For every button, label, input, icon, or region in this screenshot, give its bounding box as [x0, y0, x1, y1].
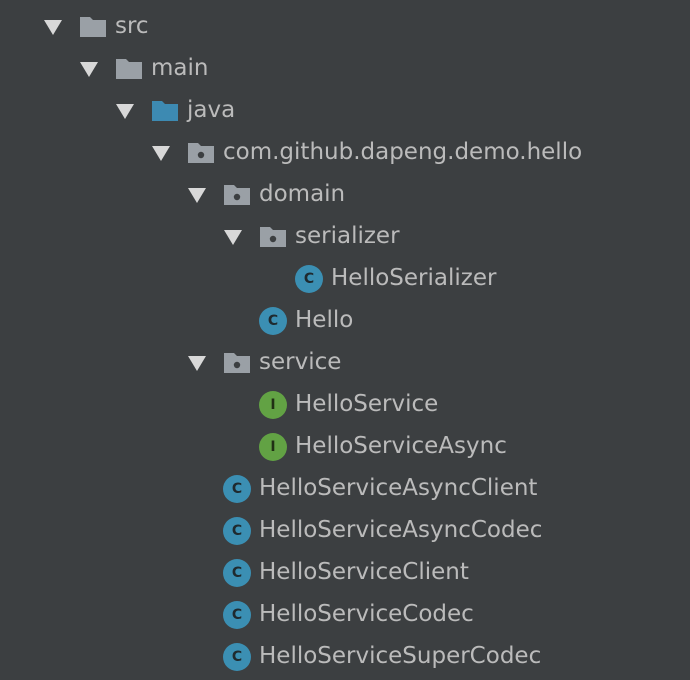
tree-node-label: HelloService — [295, 391, 439, 417]
package-icon — [188, 143, 214, 163]
triangle-down-icon[interactable] — [116, 104, 134, 119]
tree-node-hello[interactable]: C Hello — [0, 300, 690, 342]
class-icon: C — [223, 475, 251, 503]
class-icon: C — [259, 307, 287, 335]
tree-node-label: java — [187, 97, 236, 123]
tree-node-label: HelloSerializer — [331, 265, 497, 291]
tree-node-serializer[interactable]: serializer — [0, 216, 690, 258]
tree-node-main[interactable]: main — [0, 48, 690, 90]
tree-node-hello-serializer[interactable]: C HelloSerializer — [0, 258, 690, 300]
tree-node-label: Hello — [295, 307, 354, 333]
package-icon — [224, 185, 250, 205]
source-folder-icon — [152, 101, 178, 121]
class-icon: C — [223, 517, 251, 545]
tree-node-label: HelloServiceAsync — [295, 433, 507, 459]
project-tree: src main java com.github.dapeng.demo.hel… — [0, 0, 690, 680]
tree-node-label: HelloServiceAsyncClient — [259, 475, 538, 501]
triangle-down-icon[interactable] — [224, 230, 242, 245]
triangle-down-icon[interactable] — [188, 188, 206, 203]
triangle-down-icon[interactable] — [152, 146, 170, 161]
folder-icon — [116, 59, 142, 79]
tree-node-hello-service-async-codec[interactable]: C HelloServiceAsyncCodec — [0, 510, 690, 552]
tree-node-hello-service-async[interactable]: I HelloServiceAsync — [0, 426, 690, 468]
tree-node-label: HelloServiceAsyncCodec — [259, 517, 543, 543]
tree-node-java[interactable]: java — [0, 90, 690, 132]
tree-node-label: domain — [259, 181, 346, 207]
class-icon: C — [223, 643, 251, 671]
tree-node-hello-service-async-client[interactable]: C HelloServiceAsyncClient — [0, 468, 690, 510]
triangle-down-icon[interactable] — [44, 20, 62, 35]
package-icon — [260, 227, 286, 247]
tree-node-label: serializer — [295, 223, 400, 249]
tree-node-label: com.github.dapeng.demo.hello — [223, 139, 583, 165]
package-icon — [224, 353, 250, 373]
tree-node-service[interactable]: service — [0, 342, 690, 384]
triangle-down-icon[interactable] — [188, 356, 206, 371]
tree-node-label: src — [115, 13, 149, 39]
interface-icon: I — [259, 391, 287, 419]
tree-node-hello-service-client[interactable]: C HelloServiceClient — [0, 552, 690, 594]
tree-node-hello-service-super-codec[interactable]: C HelloServiceSuperCodec — [0, 636, 690, 678]
class-icon: C — [223, 601, 251, 629]
triangle-down-icon[interactable] — [80, 62, 98, 77]
tree-node-src[interactable]: src — [0, 6, 690, 48]
tree-node-label: main — [151, 55, 209, 81]
tree-node-label: HelloServiceClient — [259, 559, 469, 585]
tree-node-domain[interactable]: domain — [0, 174, 690, 216]
tree-node-hello-service[interactable]: I HelloService — [0, 384, 690, 426]
tree-node-hello-service-codec[interactable]: C HelloServiceCodec — [0, 594, 690, 636]
folder-icon — [80, 17, 106, 37]
class-icon: C — [295, 265, 323, 293]
tree-node-package-root[interactable]: com.github.dapeng.demo.hello — [0, 132, 690, 174]
interface-icon: I — [259, 433, 287, 461]
tree-node-label: HelloServiceSuperCodec — [259, 643, 542, 669]
class-icon: C — [223, 559, 251, 587]
tree-node-label: service — [259, 349, 342, 375]
tree-node-label: HelloServiceCodec — [259, 601, 474, 627]
